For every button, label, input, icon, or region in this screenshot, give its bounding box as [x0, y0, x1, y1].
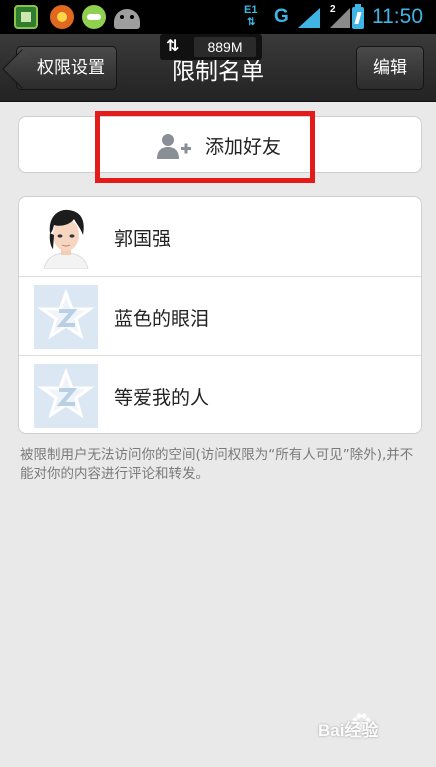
status-time: 11:50 [372, 5, 423, 28]
avatar [34, 364, 98, 428]
edit-button[interactable]: 编辑 [356, 46, 424, 90]
android-icon [114, 9, 140, 29]
user-photo-icon [34, 205, 98, 269]
browser-icon [50, 5, 74, 29]
messenger-icon [82, 5, 106, 29]
status-bar: E1 ⇅ G 2 11:50 [0, 0, 436, 34]
list-item[interactable]: 郭国强 [19, 197, 421, 276]
app-icon [14, 5, 38, 29]
default-avatar-icon [34, 364, 98, 428]
list-item-name: 蓝色的眼泪 [114, 308, 210, 330]
list-item[interactable]: 等爱我的人 [19, 355, 421, 433]
list-item-name: 郭国强 [114, 228, 172, 250]
watermark: Bai经验 [318, 721, 379, 740]
network-type: G [274, 6, 289, 27]
default-avatar-icon [34, 285, 98, 349]
battery-icon [352, 4, 364, 29]
list-item[interactable]: 蓝色的眼泪 [19, 276, 421, 355]
list-item-name: 等爱我的人 [114, 387, 210, 409]
signal-icon [298, 8, 320, 28]
data-activity-icon: ⇅ [247, 17, 256, 28]
restriction-note: 被限制用户无法访问你的空间(访问权限为“所有人可见”除外),并不能对你的内容进行… [20, 447, 414, 482]
sim-number: 2 [330, 4, 336, 15]
restricted-list: 郭国强 蓝色的眼泪 等爱我的人 [18, 196, 422, 434]
avatar [34, 285, 98, 349]
swap-arrows-icon: ⇅ [166, 36, 180, 55]
highlight-box [95, 111, 315, 183]
memory-value: 889M [194, 37, 256, 57]
memory-overlay[interactable]: ⇅ 889M [160, 34, 262, 60]
network-label: E1 [244, 4, 258, 16]
avatar [34, 205, 98, 269]
